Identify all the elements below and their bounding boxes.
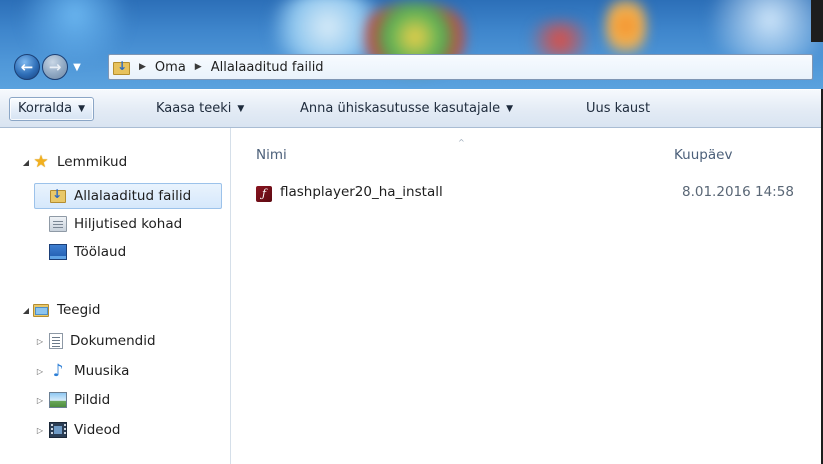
collapsed-triangle-icon[interactable]: ▷ [34, 426, 46, 435]
breadcrumb-separator-icon[interactable]: ▶ [195, 62, 202, 72]
forward-button[interactable]: → [42, 54, 68, 80]
sidebar-item-label: Hiljutised kohad [74, 216, 183, 232]
back-arrow-icon: ← [20, 58, 34, 76]
navigation-buttons: ← → ▼ [8, 52, 108, 80]
sidebar-item-videos[interactable]: ▷ Videod [34, 417, 120, 443]
include-library-label: Kaasa teeki [156, 101, 232, 116]
navigation-pane: ◢ ★ Lemmikud ↓ Allalaaditud failid Hilju… [0, 128, 231, 464]
desktop-blur-blob [606, 0, 646, 62]
organize-button[interactable]: Korralda ▼ [9, 97, 95, 121]
collapsed-triangle-icon[interactable]: ▷ [34, 396, 46, 405]
recent-pages-dropdown[interactable]: ▼ [70, 58, 84, 76]
documents-icon [49, 333, 63, 349]
sidebar-item-downloads[interactable]: ↓ Allalaaditud failid [34, 183, 222, 209]
breadcrumb-item-downloads[interactable]: Allalaaditud failid [211, 60, 324, 75]
sidebar-group-libraries[interactable]: ◢ Teegid [20, 297, 101, 323]
pictures-icon [49, 392, 67, 408]
sidebar-group-favorites[interactable]: ◢ ★ Lemmikud [20, 149, 127, 175]
libraries-icon [32, 302, 50, 318]
recent-places-icon [49, 216, 67, 232]
command-bar: Korralda ▼ Kaasa teeki ▼ Anna ühiskasutuss… [0, 89, 823, 128]
expanded-triangle-icon[interactable]: ◢ [20, 158, 32, 167]
downloads-folder-icon: ↓ [113, 59, 131, 75]
share-with-button[interactable]: Anna ühiskasutusse kasutajale ▼ [291, 97, 522, 121]
file-row[interactable]: ƒ flashplayer20_ha_install 8.01.2016 14:… [250, 181, 820, 205]
chevron-down-icon: ▼ [78, 104, 86, 114]
flash-installer-icon: ƒ [256, 186, 272, 202]
chevron-down-icon: ▼ [237, 104, 245, 114]
desktop-blur-blob [10, 0, 140, 60]
sort-ascending-icon: ^ [458, 138, 465, 147]
file-name[interactable]: flashplayer20_ha_install [280, 184, 443, 200]
chevron-down-icon: ▼ [73, 61, 81, 73]
breadcrumb-item-home[interactable]: Oma [155, 60, 186, 75]
videos-icon [49, 422, 67, 438]
collapsed-triangle-icon[interactable]: ▷ [34, 337, 46, 346]
chevron-down-icon: ▼ [506, 104, 514, 114]
file-list-pane: ^ Nimi Kuupäev ƒ flashplayer20_ha_instal… [232, 128, 823, 464]
organize-label: Korralda [18, 101, 73, 116]
back-button[interactable]: ← [14, 54, 40, 80]
window-edge [811, 0, 823, 42]
sidebar-item-label: Töölaud [74, 244, 127, 260]
sidebar-item-music[interactable]: ▷ ♪ Muusika [34, 358, 129, 384]
sidebar-item-label: Dokumendid [70, 333, 156, 349]
include-in-library-button[interactable]: Kaasa teeki ▼ [147, 97, 253, 121]
new-folder-label: Uus kaust [586, 101, 651, 116]
downloads-folder-icon: ↓ [49, 187, 67, 204]
sidebar-item-label: Pildid [74, 392, 111, 408]
expanded-triangle-icon[interactable]: ◢ [20, 306, 32, 315]
window-glass-frame: ← → ▼ ↓ ▶ Oma ▶ Allalaaditud failid [0, 0, 823, 89]
desktop-icon [49, 244, 67, 260]
collapsed-triangle-icon[interactable]: ▷ [34, 367, 46, 376]
desktop-blur-blob [690, 0, 823, 60]
file-date: 8.01.2016 14:58 [682, 184, 794, 200]
share-label: Anna ühiskasutusse kasutajale [300, 101, 501, 116]
column-header-date[interactable]: Kuupäev [674, 144, 732, 166]
sidebar-item-recent-places[interactable]: Hiljutised kohad [49, 211, 182, 237]
new-folder-button[interactable]: Uus kaust [577, 97, 659, 121]
sidebar-item-label: Allalaaditud failid [74, 188, 192, 204]
address-bar[interactable]: ↓ ▶ Oma ▶ Allalaaditud failid [108, 54, 813, 80]
sidebar-item-label: Muusika [74, 363, 130, 379]
sidebar-item-documents[interactable]: ▷ Dokumendid [34, 328, 156, 354]
column-header-name[interactable]: Nimi [256, 144, 287, 166]
sidebar-item-desktop[interactable]: Töölaud [49, 239, 126, 265]
breadcrumb-separator-icon[interactable]: ▶ [139, 62, 146, 72]
sidebar-item-label: Videod [74, 422, 121, 438]
music-icon: ♪ [52, 361, 64, 381]
star-icon: ★ [33, 152, 49, 172]
sidebar-item-pictures[interactable]: ▷ Pildid [34, 387, 110, 413]
sidebar-group-label: Teegid [57, 302, 101, 318]
sidebar-group-label: Lemmikud [57, 154, 128, 170]
forward-arrow-icon: → [48, 58, 62, 76]
